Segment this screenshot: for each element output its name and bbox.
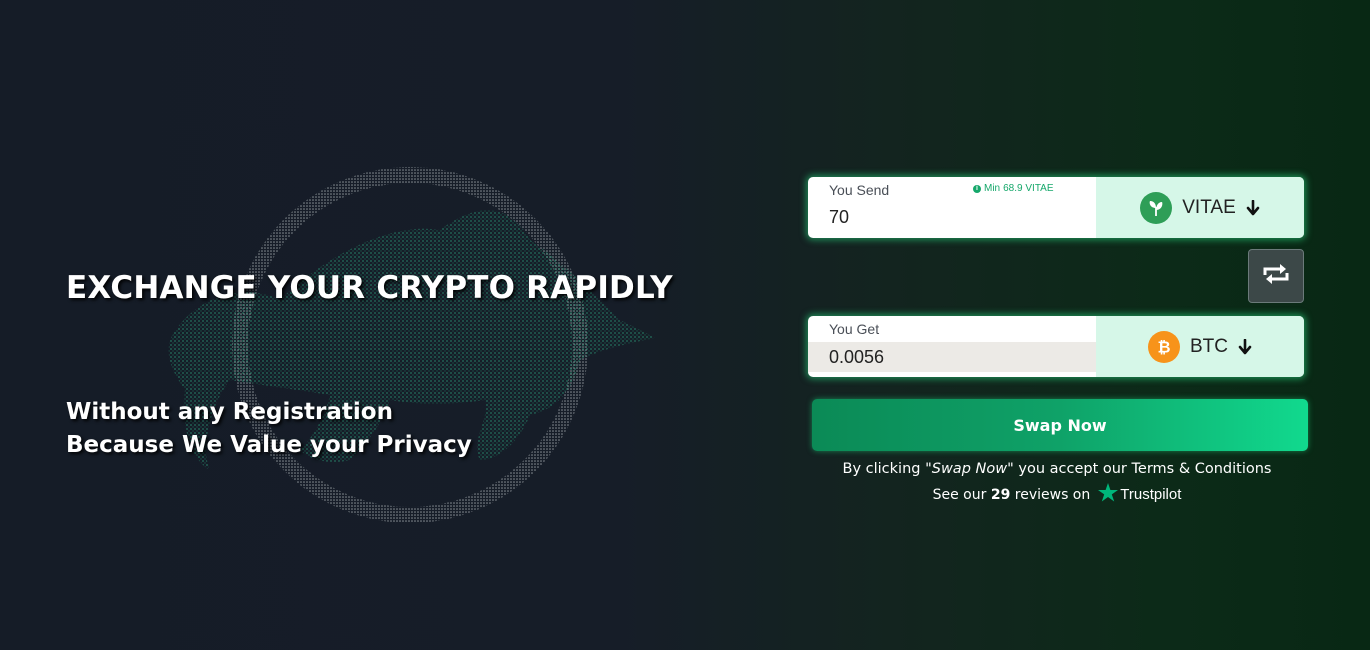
svg-text:₿: ₿ [1157,337,1170,356]
min-label: Min [984,183,1001,194]
terms-middle: you accept our [1013,461,1132,477]
send-label: You Send [829,182,890,198]
terms-quoted: "Swap Now" [925,461,1014,477]
terms-prefix: By clicking [842,461,926,477]
reviews-suffix: reviews on [1014,486,1091,503]
bull-emblem-icon [168,167,655,523]
hero-title: EXCHANGE YOUR CRYPTO RAPIDLY [66,270,673,306]
hero-subtitle-line1: Without any Registration [66,399,393,425]
terms-notice: By clicking "Swap Now" you accept our Te… [812,461,1302,477]
get-amount-box: You Get [808,316,1096,377]
info-icon: i [973,184,981,193]
send-card: You Send i Min 68.9 VITAE VITAE [808,177,1304,238]
send-currency-select[interactable]: VITAE [1096,177,1304,238]
bitcoin-icon: ₿ [1148,330,1180,363]
arrow-down-icon [1238,338,1252,355]
min-value: 68.9 VITAE [1003,183,1054,194]
trustpilot-brand: Trustpilot [1120,486,1182,503]
send-amount-box: You Send i Min 68.9 VITAE [808,177,1096,238]
get-label: You Get [829,321,880,337]
send-currency-ticker: VITAE [1182,196,1236,218]
hero-subtitle-line2: Because We Value your Privacy [66,432,472,458]
reviews-text: See our 29 reviews on [933,487,1091,503]
vitae-leaf-icon [1140,191,1173,224]
swap-direction-button[interactable] [1248,249,1304,303]
min-amount-note: i Min 68.9 VITAE [973,183,1054,194]
send-amount-input[interactable] [808,202,1096,232]
terms-link[interactable]: Terms & Conditions [1132,461,1272,477]
get-card: You Get ₿ BTC [808,316,1304,377]
get-amount-output [808,342,1096,372]
swap-now-button[interactable]: Swap Now [812,399,1308,451]
reviews-line: See our 29 reviews on Trustpilot [812,483,1302,506]
reviews-prefix: See our [932,486,987,503]
get-currency-ticker: BTC [1190,335,1228,357]
hero-subtitle: Without any Registration Because We Valu… [66,396,472,462]
reviews-count: 29 [990,486,1011,503]
trustpilot-link[interactable]: Trustpilot [1098,483,1181,506]
star-icon [1098,483,1119,506]
get-currency-select[interactable]: ₿ BTC [1096,316,1304,377]
arrow-down-icon [1246,199,1260,216]
swap-arrows-icon [1261,262,1291,290]
